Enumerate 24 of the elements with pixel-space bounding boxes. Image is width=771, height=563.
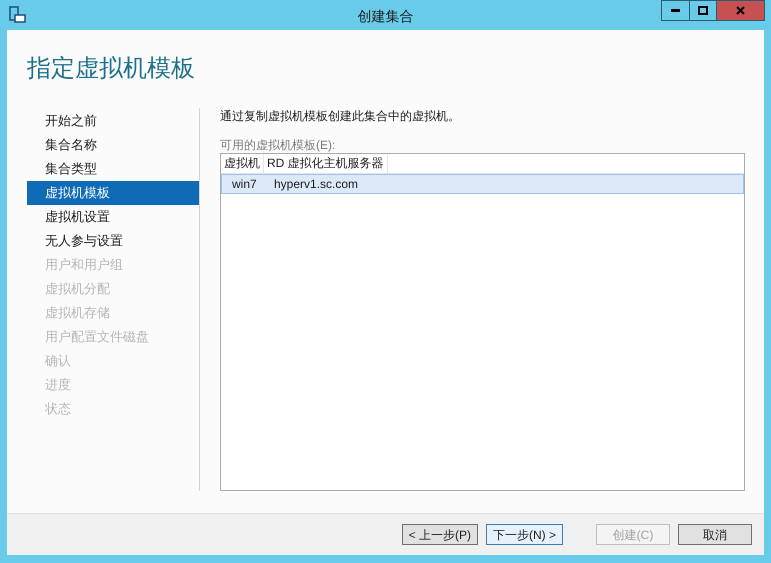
table-label: 可用的虚拟机模板(E):	[220, 137, 336, 153]
wizard-button[interactable]: 取消	[678, 524, 752, 545]
maximize-icon	[698, 6, 708, 15]
window-title: 创建集合	[356, 7, 414, 26]
wizard-button[interactable]: < 上一步(P)	[402, 524, 478, 545]
table-cell-text: hyperv1.sc.com	[274, 176, 358, 193]
close-button[interactable]	[717, 0, 765, 21]
minimize-button[interactable]	[661, 0, 690, 21]
close-icon	[736, 6, 745, 15]
wizard-step[interactable]: 集合类型	[27, 157, 199, 181]
column-header[interactable]: 虚拟机	[221, 154, 264, 173]
description-text: 通过复制虚拟机模板创建此集合中的虚拟机。	[220, 108, 461, 124]
wizard-step[interactable]: 集合名称	[27, 133, 199, 157]
wizard-step[interactable]: 虚拟机设置	[27, 205, 199, 229]
page-title: 指定虚拟机模板	[27, 54, 196, 84]
app-icon	[8, 6, 26, 24]
wizard-step[interactable]: 开始之前	[27, 109, 199, 133]
minimize-icon	[671, 9, 680, 12]
column-header[interactable]: RD 虚拟化主机服务器	[264, 154, 388, 173]
wizard-button[interactable]: 下一步(N) >	[486, 524, 563, 545]
table-cell-text: win7	[231, 176, 258, 193]
wizard-step[interactable]: 无人参与设置	[27, 229, 199, 253]
wizard-step[interactable]: 虚拟机模板	[27, 181, 199, 205]
table-row[interactable]: win7 hyperv1.sc.com	[221, 174, 744, 194]
